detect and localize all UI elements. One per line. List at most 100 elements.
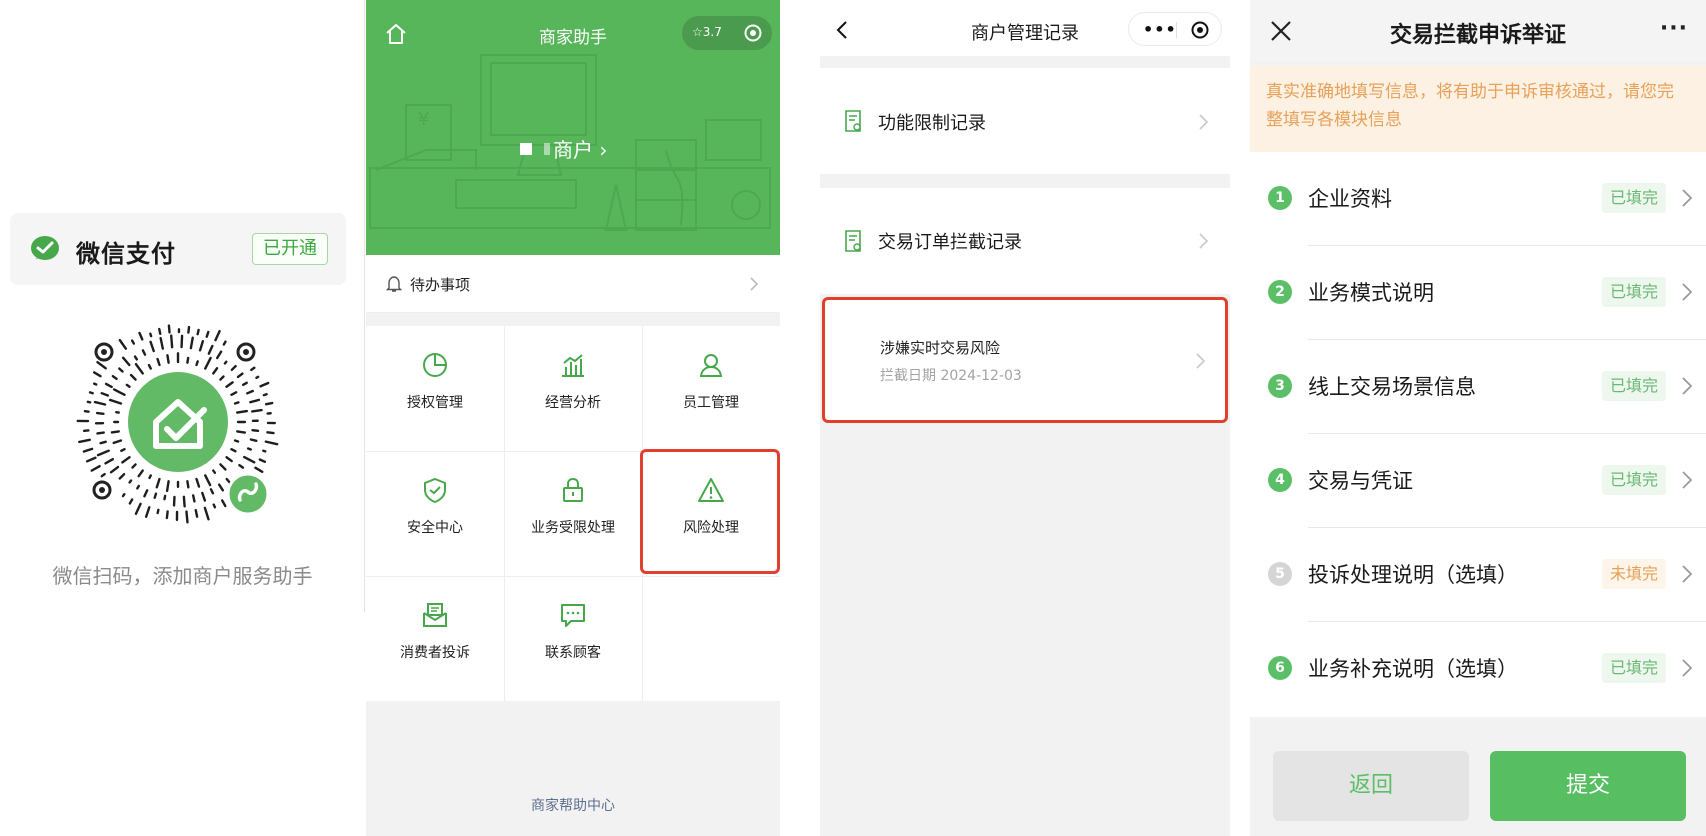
grid-item-complaints[interactable]: 消费者投诉 bbox=[366, 576, 504, 701]
qr-ray bbox=[134, 502, 142, 515]
qr-ray bbox=[212, 469, 217, 474]
qr-ray bbox=[217, 483, 225, 492]
qr-ray bbox=[137, 469, 144, 478]
function-limit-record-row[interactable]: 功能限制记录 bbox=[820, 68, 1230, 174]
qr-ray bbox=[198, 340, 205, 352]
step-row-complaint-handling[interactable]: 5 投诉处理说明（选填） 未填完 bbox=[1250, 528, 1706, 622]
qr-ray bbox=[121, 493, 126, 498]
capsule-divider bbox=[1176, 22, 1177, 38]
qr-ray bbox=[220, 499, 227, 508]
qr-ray bbox=[121, 456, 131, 464]
highlight-box bbox=[640, 449, 780, 574]
order-intercept-record-row[interactable]: 交易订单拦截记录 bbox=[820, 188, 1230, 294]
qr-ray bbox=[246, 447, 252, 451]
qr-ray bbox=[108, 398, 123, 405]
grid-item-security[interactable]: 安全中心 bbox=[366, 451, 504, 576]
qr-ray bbox=[192, 494, 196, 503]
qr-ray bbox=[201, 491, 207, 502]
qr-ray bbox=[212, 367, 219, 375]
mini-program-qr-code[interactable] bbox=[68, 312, 288, 532]
bell-icon bbox=[386, 276, 402, 292]
todo-row[interactable]: 待办事项 bbox=[366, 255, 780, 313]
qr-ray bbox=[143, 489, 149, 498]
qr-ray bbox=[128, 498, 134, 505]
qr-ray bbox=[185, 510, 189, 524]
target-icon[interactable] bbox=[1191, 21, 1209, 39]
qr-ray bbox=[90, 464, 101, 472]
more-icon[interactable]: ••• bbox=[1143, 20, 1177, 39]
back-button[interactable]: 返回 bbox=[1273, 751, 1469, 821]
qr-ray bbox=[258, 458, 267, 464]
qr-ray bbox=[144, 506, 151, 518]
notice-banner: 真实准确地填写信息，将有助于申诉审核通过，请您完整填写各模块信息 bbox=[1250, 66, 1706, 152]
qr-ray bbox=[96, 360, 107, 370]
qr-ray bbox=[230, 391, 238, 396]
grid-item-authorization[interactable]: 授权管理 bbox=[366, 326, 504, 451]
status-badge: 已填完 bbox=[1601, 653, 1666, 683]
lock-icon bbox=[563, 477, 583, 502]
chevron-right-icon bbox=[1682, 189, 1692, 207]
more-icon[interactable]: ··· bbox=[1660, 16, 1688, 41]
qr-ray bbox=[236, 372, 244, 379]
qr-ray bbox=[265, 401, 274, 406]
step-label: 业务补充说明（选填） bbox=[1308, 657, 1518, 681]
qr-ray bbox=[251, 408, 263, 413]
qr-ray bbox=[141, 349, 147, 356]
mini-program-capsule[interactable]: ☆3.7 bbox=[682, 16, 772, 50]
qr-ray bbox=[100, 472, 106, 478]
qr-ray bbox=[78, 438, 91, 444]
qr-ray bbox=[112, 439, 123, 445]
wechat-pay-logo-icon bbox=[31, 236, 59, 260]
grid-item-staff[interactable]: 员工管理 bbox=[642, 326, 780, 451]
qr-ray bbox=[125, 383, 131, 388]
step-row-business-supplement[interactable]: 6 业务补充说明（选填） 已填完 bbox=[1250, 622, 1706, 716]
intercept-record-item[interactable]: 涉嫌实时交易风险 拦截日期 2024-12-03 bbox=[822, 297, 1228, 423]
qr-ray bbox=[148, 474, 152, 480]
step-row-transaction-proof[interactable]: 4 交易与凭证 已填完 bbox=[1250, 434, 1706, 528]
mail-icon bbox=[423, 603, 447, 627]
pie-chart-icon bbox=[423, 353, 447, 377]
qr-ray bbox=[120, 448, 126, 453]
records-panel: 商户管理记录 ••• 功能限制记录 交易订单拦截记录 涉嫌实时交易风险 拦截日期… bbox=[820, 0, 1230, 836]
grid-item-analytics[interactable]: 经营分析 bbox=[504, 326, 642, 451]
step-row-business-model[interactable]: 2 业务模式说明 已填完 bbox=[1250, 246, 1706, 340]
appeal-panel: 交易拦截申诉举证 ··· 真实准确地填写信息，将有助于申诉审核通过，请您完整填写… bbox=[1250, 0, 1706, 836]
redacted-block bbox=[544, 142, 550, 155]
qr-ray bbox=[131, 463, 137, 469]
nav-bar: 交易拦截申诉举证 ··· bbox=[1250, 0, 1706, 62]
qr-ray bbox=[118, 472, 126, 480]
help-center-link[interactable]: 商家帮助中心 bbox=[366, 795, 780, 815]
qr-ray bbox=[88, 391, 94, 395]
qr-ray bbox=[82, 447, 94, 453]
status-badge: 未填完 bbox=[1601, 559, 1666, 589]
qr-ray bbox=[104, 382, 113, 389]
grid-item-restriction[interactable]: 业务受限处理 bbox=[504, 451, 642, 576]
qr-ray bbox=[195, 360, 199, 367]
qr-ray bbox=[110, 430, 120, 434]
qr-ray bbox=[264, 440, 279, 446]
qr-ray bbox=[222, 340, 227, 346]
chevron-right-icon bbox=[1682, 659, 1692, 677]
svg-text:¥: ¥ bbox=[418, 109, 429, 130]
qr-ray bbox=[251, 429, 260, 433]
submit-button[interactable]: 提交 bbox=[1490, 751, 1686, 821]
step-row-online-scenario[interactable]: 3 线上交易场景信息 已填完 bbox=[1250, 340, 1706, 434]
target-icon[interactable] bbox=[744, 24, 762, 42]
merchant-name-link[interactable]: 商户 › bbox=[520, 134, 607, 163]
redacted-block bbox=[520, 142, 532, 155]
chevron-right-icon bbox=[750, 277, 758, 291]
qr-ray bbox=[194, 509, 199, 518]
qr-ray bbox=[118, 367, 124, 373]
row-label: 功能限制记录 bbox=[878, 113, 986, 134]
step-label: 线上交易场景信息 bbox=[1308, 375, 1476, 399]
grid-item-contact[interactable]: 联系顾客 bbox=[504, 576, 642, 701]
qr-ray bbox=[155, 477, 161, 489]
chevron-right-icon bbox=[1682, 471, 1692, 489]
chevron-right-icon bbox=[1199, 233, 1208, 249]
grid-item-label: 授权管理 bbox=[407, 395, 463, 411]
qr-panel: 微信支付 已开通 微信扫码，添加商户服务助手 bbox=[0, 0, 365, 836]
step-row-company-info[interactable]: 1 企业资料 已填完 bbox=[1250, 152, 1706, 246]
qr-ray bbox=[233, 401, 240, 405]
qr-ray bbox=[209, 488, 215, 495]
mini-program-capsule[interactable]: ••• bbox=[1128, 12, 1222, 46]
